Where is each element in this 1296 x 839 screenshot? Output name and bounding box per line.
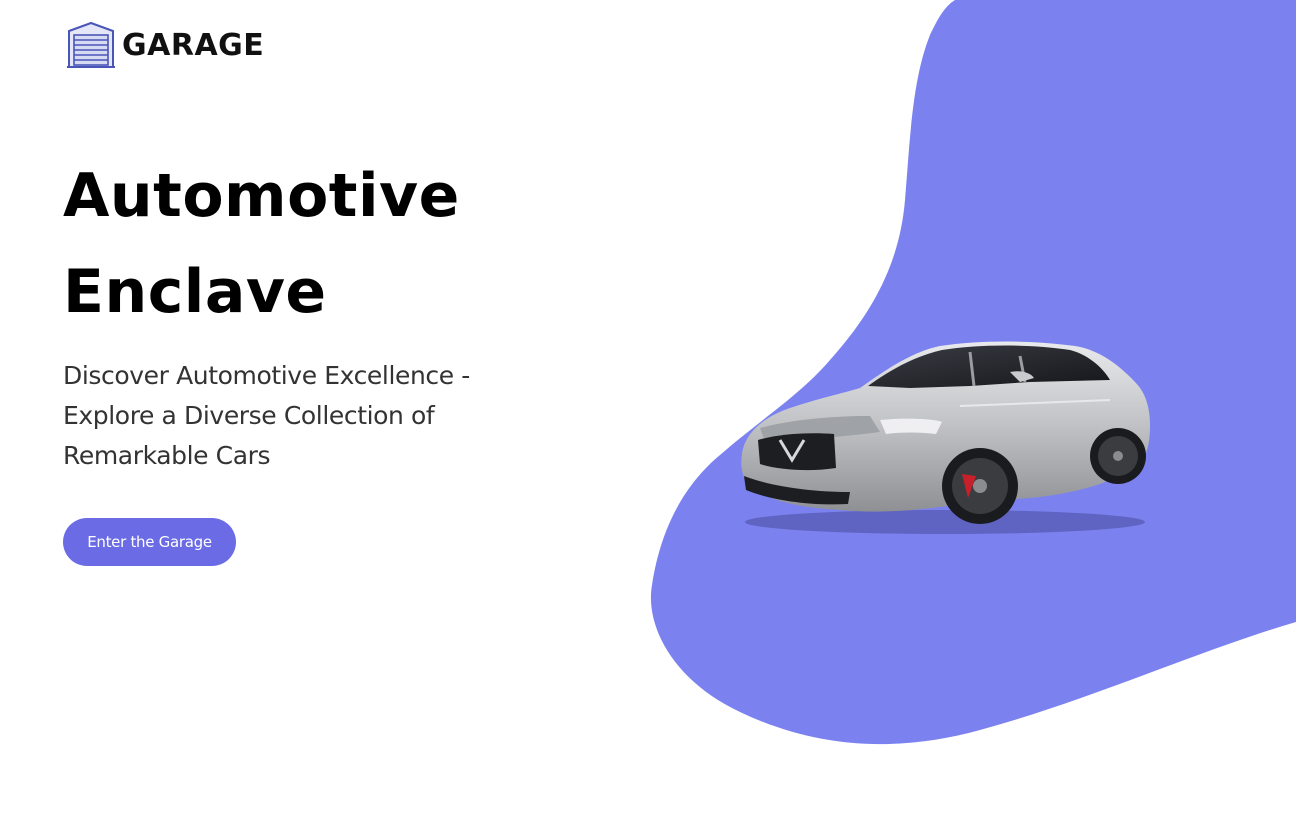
brand-logo[interactable]: GARAGE — [66, 20, 264, 70]
hero-car-image — [741, 341, 1150, 534]
hero-subtitle: Discover Automotive Excellence - Explore… — [63, 361, 470, 470]
landing-page: GARAGE Automotive Enclave Discover Autom… — [0, 0, 1296, 839]
enter-garage-button[interactable]: Enter the Garage — [63, 518, 236, 566]
garage-door-icon — [67, 21, 115, 68]
hero-title-line-1: Automotive — [63, 161, 460, 231]
hero-title-line-2: Enclave — [63, 257, 327, 327]
brand-name: GARAGE — [122, 27, 265, 63]
hero-title: Automotive Enclave — [63, 148, 583, 340]
